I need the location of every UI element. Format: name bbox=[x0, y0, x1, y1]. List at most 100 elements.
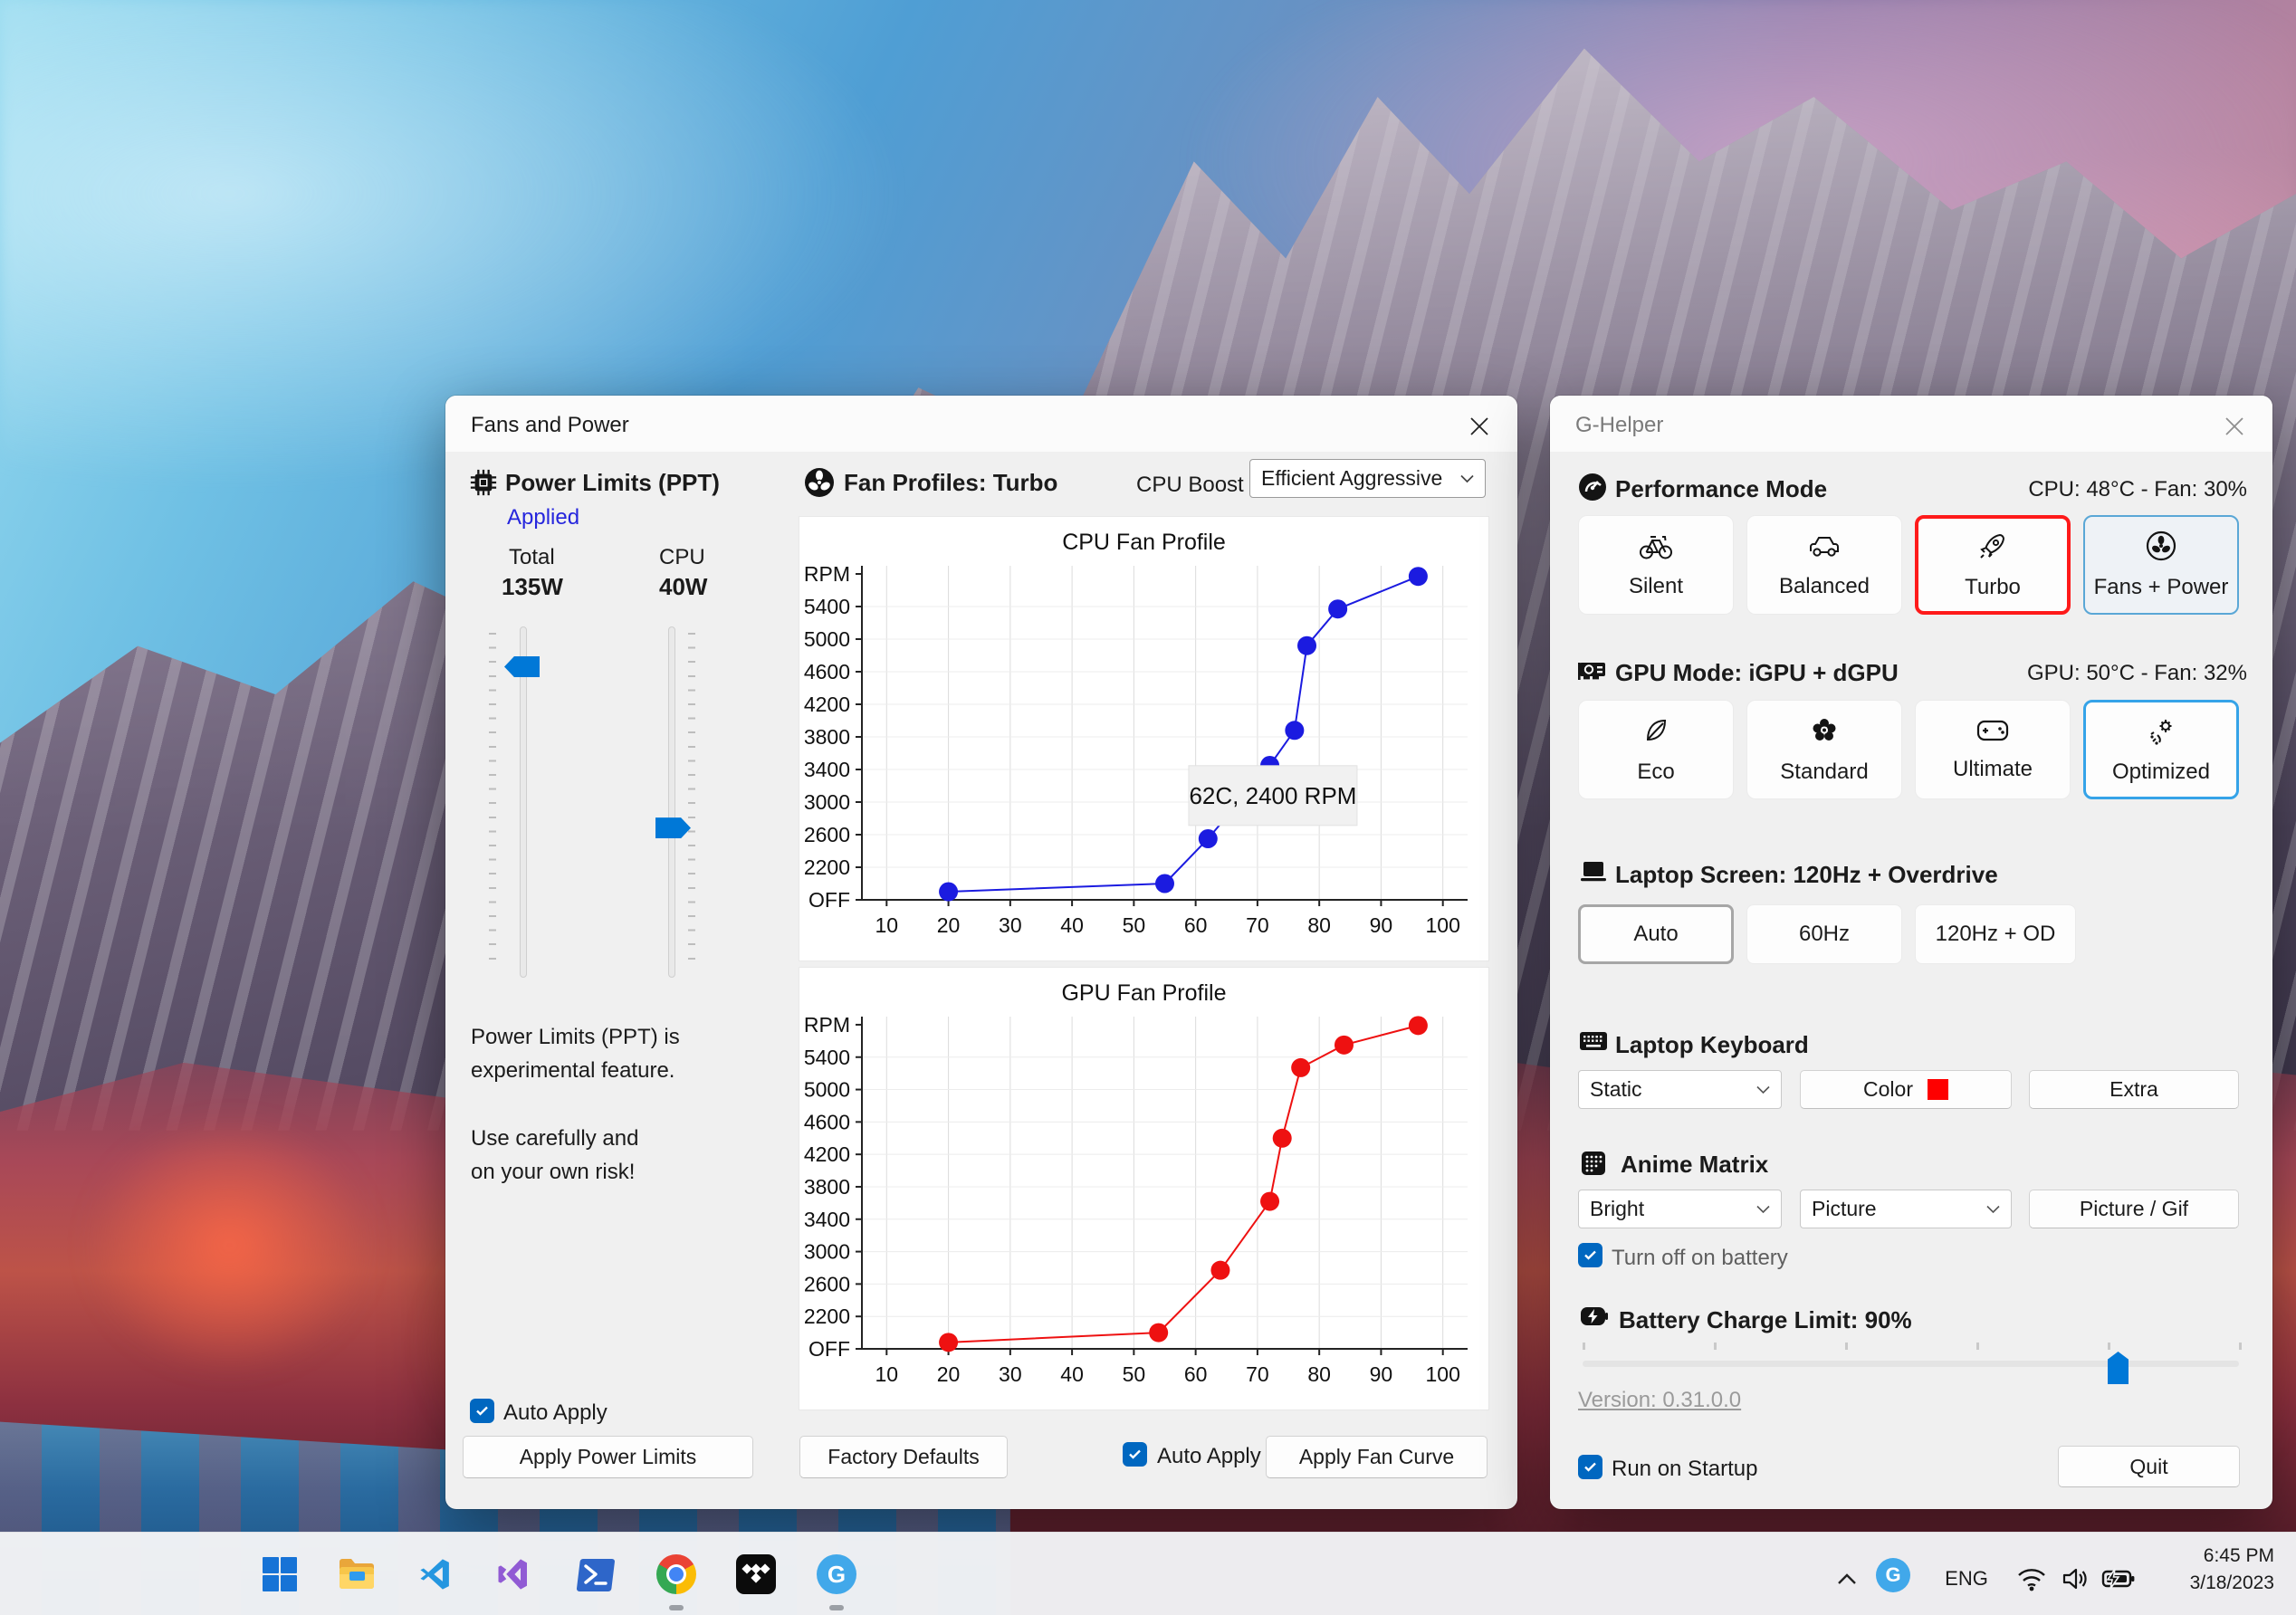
cpu-fan-chart[interactable]: CPU Fan Profile OFF 2200 2600 3000 3400 3800 42… bbox=[799, 516, 1489, 961]
perf-mode-turbo-button[interactable]: Turbo bbox=[1915, 515, 2071, 615]
gpu-mode-ultimate-button[interactable]: Ultimate bbox=[1915, 700, 2071, 799]
anime-brightness-select[interactable]: Bright bbox=[1578, 1190, 1782, 1228]
mode-button-label: Silent bbox=[1628, 573, 1684, 598]
keyboard-extra-button[interactable]: Extra bbox=[2029, 1070, 2239, 1109]
file-explorer-icon[interactable] bbox=[335, 1553, 378, 1596]
gpu-temp-fan-status: GPU: 50°C - Fan: 32% bbox=[2026, 661, 2247, 685]
anime-picture-gif-button[interactable]: Picture / Gif bbox=[2029, 1190, 2239, 1228]
perf-mode-balanced-button[interactable]: Balanced bbox=[1746, 515, 1902, 615]
g-helper-taskbar-icon[interactable]: G bbox=[815, 1553, 858, 1596]
cpu-power-slider[interactable] bbox=[655, 626, 691, 978]
total-slider-thumb[interactable] bbox=[504, 655, 540, 677]
keyboard-mode-select[interactable]: Static bbox=[1578, 1070, 1782, 1109]
battery-charging-icon[interactable] bbox=[2099, 1561, 2138, 1597]
battery-slider-track[interactable] bbox=[1583, 1361, 2239, 1367]
volume-icon[interactable] bbox=[2057, 1561, 2093, 1597]
auto-apply-power-checkbox[interactable] bbox=[470, 1399, 494, 1423]
close-icon[interactable] bbox=[1463, 410, 1496, 443]
svg-text:5400: 5400 bbox=[804, 595, 850, 618]
anime-mode-select[interactable]: Picture bbox=[1800, 1190, 2012, 1228]
svg-text:50: 50 bbox=[1123, 1362, 1146, 1386]
auto-apply-fan-checkbox[interactable] bbox=[1123, 1442, 1147, 1467]
keyboard-color-label: Color bbox=[1863, 1077, 1913, 1101]
powershell-icon[interactable] bbox=[574, 1553, 617, 1596]
tray-language-indicator[interactable]: ENG bbox=[1937, 1562, 1995, 1595]
wifi-icon[interactable] bbox=[2014, 1561, 2050, 1597]
close-icon[interactable] bbox=[2218, 410, 2251, 443]
svg-text:100: 100 bbox=[1426, 913, 1460, 937]
svg-text:RPM: RPM bbox=[804, 562, 850, 586]
vscode-icon[interactable] bbox=[414, 1553, 457, 1596]
start-button[interactable] bbox=[258, 1553, 301, 1596]
svg-text:3800: 3800 bbox=[804, 725, 850, 749]
ppt-warning-text: Power Limits (PPT) is experimental featu… bbox=[471, 1025, 680, 1083]
apply-power-limits-button[interactable]: Apply Power Limits bbox=[463, 1436, 753, 1478]
power-limits-applied-status: Applied bbox=[507, 505, 580, 530]
rocket-icon bbox=[1977, 530, 2008, 566]
tidal-icon[interactable] bbox=[734, 1553, 778, 1596]
fans-power-button[interactable]: Fans + Power bbox=[2083, 515, 2239, 615]
gamepad-icon bbox=[1976, 718, 2010, 748]
check-icon bbox=[1584, 1250, 1596, 1260]
mode-button-label: Eco bbox=[1637, 759, 1675, 784]
svg-text:3800: 3800 bbox=[804, 1175, 850, 1199]
gpu-mode-standard-button[interactable]: Standard bbox=[1746, 700, 1902, 799]
gpu-mode-eco-button[interactable]: Eco bbox=[1578, 700, 1734, 799]
slider-ticks bbox=[489, 633, 496, 971]
factory-defaults-button[interactable]: Factory Defaults bbox=[799, 1436, 1008, 1478]
visual-studio-icon[interactable] bbox=[493, 1553, 536, 1596]
version-link[interactable]: Version: 0.31.0.0 bbox=[1578, 1388, 1741, 1413]
keyboard-mode-value: Static bbox=[1590, 1077, 1642, 1101]
svg-text:30: 30 bbox=[999, 1362, 1022, 1386]
fan-icon bbox=[804, 467, 835, 504]
anime-mode-value: Picture bbox=[1812, 1197, 1877, 1220]
cpu-watts-value: 40W bbox=[659, 573, 708, 600]
svg-text:2600: 2600 bbox=[804, 823, 850, 846]
run-on-startup-label: Run on Startup bbox=[1612, 1457, 1758, 1481]
svg-text:30: 30 bbox=[999, 913, 1022, 937]
battery-slider-thumb[interactable] bbox=[2108, 1352, 2129, 1384]
running-indicator bbox=[829, 1605, 844, 1610]
quit-button[interactable]: Quit bbox=[2058, 1446, 2240, 1487]
keyboard-color-button[interactable]: Color bbox=[1800, 1070, 2012, 1109]
gauge-icon bbox=[1578, 473, 1607, 508]
cpu-slider-label: CPU bbox=[659, 545, 705, 569]
perf-mode-silent-button[interactable]: Silent bbox=[1578, 515, 1734, 615]
mode-button-label: Standard bbox=[1780, 759, 1869, 784]
run-on-startup-checkbox[interactable] bbox=[1578, 1455, 1602, 1479]
total-power-slider[interactable] bbox=[504, 626, 540, 978]
svg-text:OFF: OFF bbox=[808, 1337, 850, 1361]
svg-text:GPU Fan Profile: GPU Fan Profile bbox=[1061, 980, 1226, 1006]
svg-text:5400: 5400 bbox=[804, 1046, 850, 1069]
screen-120hz-od-button[interactable]: 120Hz + OD bbox=[1915, 904, 2076, 964]
gpu-fan-chart[interactable]: GPU Fan Profile OFF 2200 2600 3000 3400 3800 42… bbox=[799, 967, 1489, 1410]
taskbar-clock[interactable]: 6:45 PM 3/18/2023 bbox=[2190, 1543, 2274, 1597]
ghelper-window-title: G-Helper bbox=[1575, 413, 1664, 437]
anime-matrix-heading: Anime Matrix bbox=[1621, 1151, 1769, 1178]
mode-button-label: Optimized bbox=[2111, 759, 2211, 784]
cpu-slider-thumb[interactable] bbox=[655, 817, 691, 839]
cpu-boost-select[interactable]: Efficient Aggressive bbox=[1249, 459, 1486, 498]
turn-off-on-battery-checkbox[interactable] bbox=[1578, 1243, 1602, 1267]
chrome-icon[interactable] bbox=[655, 1553, 698, 1596]
apply-fan-curve-button[interactable]: Apply Fan Curve bbox=[1266, 1436, 1488, 1478]
battery-charge-slider[interactable] bbox=[1583, 1352, 2239, 1384]
cpu-slider-track[interactable] bbox=[668, 626, 675, 978]
svg-text:2600: 2600 bbox=[804, 1272, 850, 1295]
fans-and-power-window: Fans and Power Power Limits (PPT) Applie… bbox=[445, 396, 1517, 1509]
check-icon bbox=[1129, 1449, 1141, 1459]
auto-apply-power-label: Auto Apply bbox=[503, 1400, 607, 1425]
mode-button-label: Turbo bbox=[1965, 574, 2021, 599]
svg-text:80: 80 bbox=[1307, 1362, 1331, 1386]
tray-time: 6:45 PM bbox=[2203, 1545, 2274, 1566]
screen-auto-button[interactable]: Auto bbox=[1578, 904, 1734, 964]
running-indicator bbox=[669, 1605, 684, 1610]
bicycle-icon bbox=[1639, 531, 1673, 565]
screen-60hz-button[interactable]: 60Hz bbox=[1746, 904, 1902, 964]
total-slider-track[interactable] bbox=[520, 626, 527, 978]
tray-chevron-up-icon[interactable] bbox=[1831, 1562, 1863, 1595]
svg-text:5000: 5000 bbox=[804, 1078, 850, 1102]
tray-g-helper-icon[interactable]: G bbox=[1876, 1558, 1910, 1592]
performance-mode-heading: Performance Mode bbox=[1615, 475, 1828, 502]
gpu-mode-optimized-button[interactable]: Optimized bbox=[2083, 700, 2239, 799]
